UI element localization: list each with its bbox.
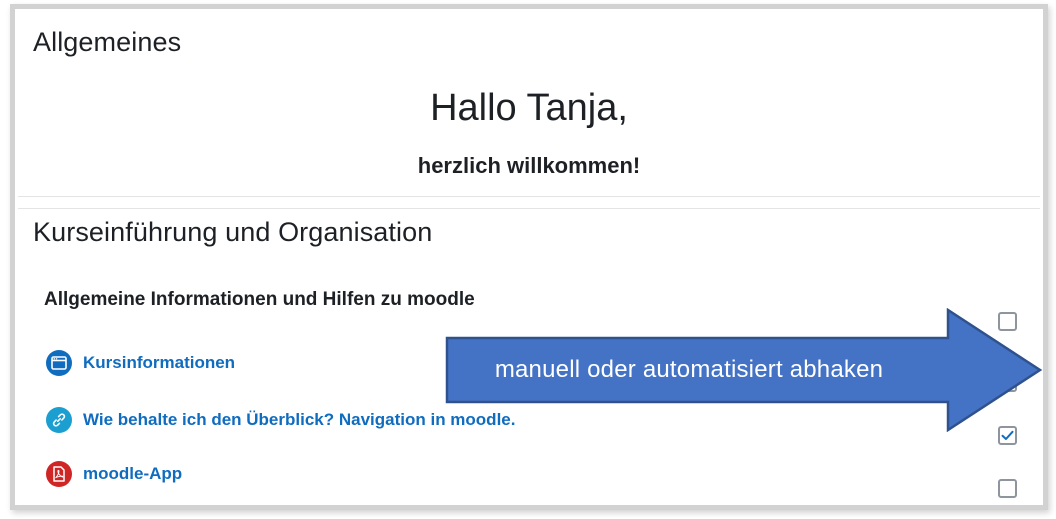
activity-item[interactable]: Kursinformationen <box>46 350 235 376</box>
section-divider <box>18 196 1040 197</box>
label-general-info: Allgemeine Informationen und Hilfen zu m… <box>44 289 475 310</box>
section-divider <box>18 208 1040 209</box>
pdf-icon <box>46 461 72 487</box>
page-icon <box>46 350 72 376</box>
activity-link-moodle-app[interactable]: moodle-App <box>83 464 182 484</box>
url-link-icon <box>46 407 72 433</box>
section-title-introduction: Kurseinführung und Organisation <box>33 217 433 247</box>
completion-checkbox[interactable] <box>998 479 1017 498</box>
welcome-message: herzlich willkommen! <box>417 153 641 178</box>
course-page-frame: Allgemeines Hallo Tanja, herzlich willko… <box>10 4 1048 510</box>
activity-item[interactable]: moodle-App <box>46 461 182 487</box>
activity-link-course-info[interactable]: Kursinformationen <box>83 353 235 373</box>
callout-text: manuell oder automatisiert abhaken <box>494 356 884 383</box>
section-title-general: Allgemeines <box>33 27 182 57</box>
welcome-greeting: Hallo Tanja, <box>430 87 628 129</box>
